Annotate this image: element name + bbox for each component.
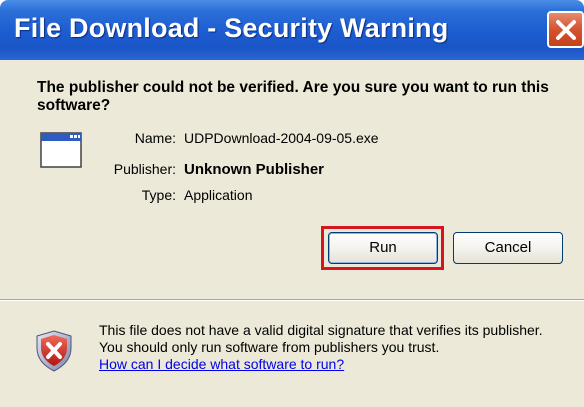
file-download-dialog: File Download - Security Warning The pub… <box>0 0 584 407</box>
signature-warning-text: This file does not have a valid digital … <box>99 322 543 355</box>
run-button[interactable]: Run <box>328 232 438 264</box>
title-bar[interactable]: File Download - Security Warning <box>0 0 584 60</box>
window-title: File Download - Security Warning <box>14 13 449 43</box>
dialog-body: The publisher could not be verified. Are… <box>0 60 584 407</box>
publisher-label: Publisher: <box>113 161 176 177</box>
verification-question: The publisher could not be verified. Are… <box>37 79 549 114</box>
type-label: Type: <box>141 187 176 203</box>
software-help-link[interactable]: How can I decide what software to run? <box>99 356 344 372</box>
close-icon <box>556 20 576 40</box>
type-value: Application <box>184 187 253 203</box>
close-button[interactable] <box>547 11 584 48</box>
section-divider <box>0 299 584 301</box>
cancel-button[interactable]: Cancel <box>453 232 563 264</box>
name-value: UDPDownload-2004-09-05.exe <box>184 130 379 146</box>
publisher-value: Unknown Publisher <box>184 161 325 178</box>
name-label: Name: <box>134 130 176 146</box>
security-shield-icon <box>35 330 73 377</box>
